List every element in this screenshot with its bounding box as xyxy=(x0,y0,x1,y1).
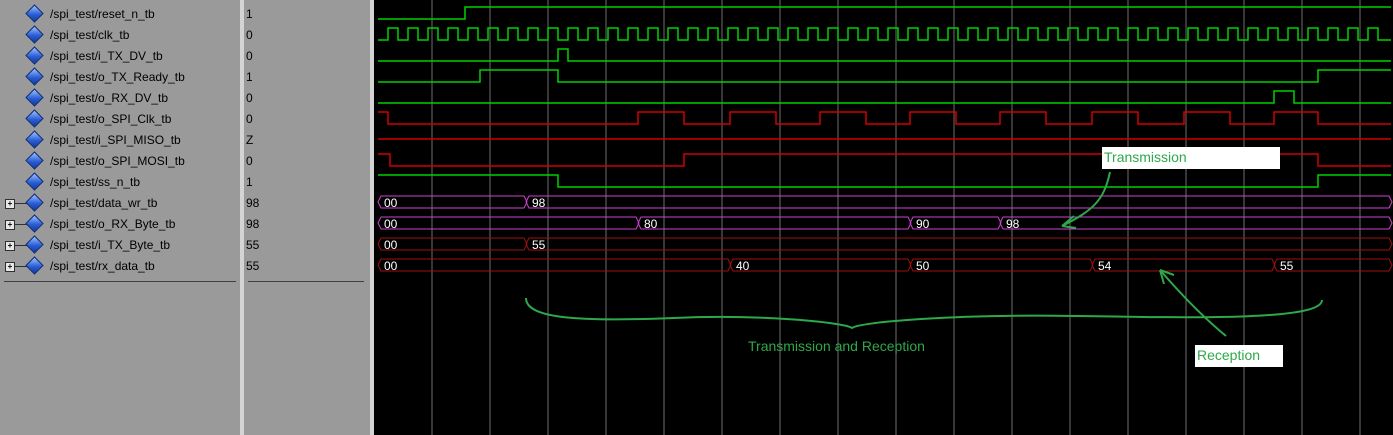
signal-value: 0 xyxy=(246,49,253,63)
signal-diamond-icon xyxy=(25,235,44,254)
signal-row[interactable]: /spi_test/reset_n_tb xyxy=(0,4,240,25)
signal-row[interactable]: /spi_test/o_RX_DV_tb xyxy=(0,88,240,109)
bus-value-label: 80 xyxy=(644,217,658,231)
bus-segment xyxy=(377,216,640,230)
signal-name: /spi_test/i_TX_Byte_tb xyxy=(50,238,171,252)
expand-icon[interactable]: + xyxy=(5,199,15,209)
list-end-divider xyxy=(248,281,364,282)
waveform-canvas: 00 98 00 80 90 98 00 55 00 40 50 54 55 xyxy=(377,0,1393,435)
transmission-arrow xyxy=(1061,171,1111,227)
bus-value-label: 40 xyxy=(736,259,750,273)
signal-name: /spi_test/data_wr_tb xyxy=(50,196,158,210)
expand-icon[interactable]: + xyxy=(5,241,15,251)
bus-segment xyxy=(999,216,1393,230)
bus-value-label: 00 xyxy=(384,259,398,273)
signal-diamond-icon xyxy=(25,67,44,86)
bus-value-label: 55 xyxy=(532,238,546,252)
signal-name: /spi_test/rx_data_tb xyxy=(50,259,155,273)
bus-value-label: 54 xyxy=(1098,259,1112,273)
bus-value-label: 98 xyxy=(1006,217,1020,231)
list-end-divider xyxy=(4,281,236,282)
signal-row[interactable]: /spi_test/clk_tb xyxy=(0,25,240,46)
signal-value: 0 xyxy=(246,91,253,105)
signal-row[interactable]: /spi_test/ss_n_tb xyxy=(0,172,240,193)
signal-diamond-icon xyxy=(25,214,44,233)
signal-row[interactable]: + /spi_test/rx_data_tb xyxy=(0,256,240,277)
bus-value-label: 90 xyxy=(916,217,930,231)
transmission-label: Transmission xyxy=(1102,147,1280,169)
bus-segment xyxy=(377,195,528,209)
signal-value: 0 xyxy=(246,154,253,168)
reset-n-wave xyxy=(378,6,1391,20)
signal-name: /spi_test/o_RX_DV_tb xyxy=(50,91,169,105)
signal-name: /spi_test/i_TX_DV_tb xyxy=(50,49,163,63)
signal-value: Z xyxy=(246,133,254,147)
signal-diamond-icon xyxy=(25,151,44,170)
bus-segment xyxy=(729,258,912,272)
ss-n-wave xyxy=(378,174,1391,188)
signal-row[interactable]: /spi_test/o_SPI_MOSI_tb xyxy=(0,151,240,172)
signal-diamond-icon xyxy=(25,25,44,44)
signal-row[interactable]: /spi_test/o_TX_Ready_tb xyxy=(0,67,240,88)
bus-value-label: 00 xyxy=(384,217,398,231)
signal-row[interactable]: /spi_test/o_SPI_Clk_tb xyxy=(0,109,240,130)
signal-name: /spi_test/i_SPI_MISO_tb xyxy=(50,133,181,147)
signal-value: 0 xyxy=(246,112,253,126)
signal-diamond-icon xyxy=(25,256,44,275)
bus-segment xyxy=(377,237,528,251)
bus-segment xyxy=(525,195,1393,209)
signal-value: 55 xyxy=(246,259,260,273)
signal-value: 55 xyxy=(246,238,260,252)
signal-value: 0 xyxy=(246,28,253,42)
reception-arrow xyxy=(1159,269,1227,337)
signal-diamond-icon xyxy=(25,130,44,149)
signal-diamond-icon xyxy=(25,88,44,107)
signal-name: /spi_test/o_SPI_MOSI_tb xyxy=(50,154,185,168)
bus-segment xyxy=(909,258,1094,272)
bus-segment xyxy=(377,258,732,272)
signal-diamond-icon xyxy=(25,4,44,23)
spi-clk-wave xyxy=(378,111,1391,125)
signal-value: 98 xyxy=(246,196,260,210)
waveform-pane[interactable]: 00 98 00 80 90 98 00 55 00 40 50 54 55 xyxy=(374,0,1393,435)
signal-name: /spi_test/o_TX_Ready_tb xyxy=(50,70,185,84)
signal-name: /spi_test/ss_n_tb xyxy=(50,175,141,189)
bus-value-label: 55 xyxy=(1280,259,1294,273)
signal-value: 1 xyxy=(246,7,253,21)
signal-row[interactable]: /spi_test/i_TX_DV_tb xyxy=(0,46,240,67)
signal-diamond-icon xyxy=(25,193,44,212)
reception-label: Reception xyxy=(1195,345,1283,367)
tx-ready-wave xyxy=(378,69,1391,83)
transmission-and-reception-label: Transmission and Reception xyxy=(748,338,925,354)
rx-dv-wave xyxy=(378,90,1391,104)
signal-name: /spi_test/o_SPI_Clk_tb xyxy=(50,112,172,126)
signal-values-pane: 1 0 0 1 0 0 Z 0 1 98 98 55 55 xyxy=(244,0,370,435)
bus-value-label: 98 xyxy=(532,196,546,210)
clk-wave xyxy=(378,27,1391,41)
expand-icon[interactable]: + xyxy=(5,262,15,272)
expand-icon[interactable]: + xyxy=(5,220,15,230)
brace-shape xyxy=(525,297,1323,330)
bus-segment xyxy=(525,237,1393,251)
signal-row[interactable]: /spi_test/i_SPI_MISO_tb xyxy=(0,130,240,151)
signal-name: /spi_test/reset_n_tb xyxy=(50,7,155,21)
signal-name: /spi_test/clk_tb xyxy=(50,28,130,42)
signal-row[interactable]: + /spi_test/data_wr_tb xyxy=(0,193,240,214)
tx-dv-wave xyxy=(378,48,1391,62)
bus-segment xyxy=(1091,258,1276,272)
signal-row[interactable]: + /spi_test/o_RX_Byte_tb xyxy=(0,214,240,235)
bus-segment xyxy=(637,216,912,230)
signal-diamond-icon xyxy=(25,46,44,65)
bus-value-label: 00 xyxy=(384,196,398,210)
signal-name: /spi_test/o_RX_Byte_tb xyxy=(50,217,176,231)
signal-value: 1 xyxy=(246,70,253,84)
signal-diamond-icon xyxy=(25,109,44,128)
bus-value-label: 00 xyxy=(384,238,398,252)
signal-row[interactable]: + /spi_test/i_TX_Byte_tb xyxy=(0,235,240,256)
signal-value: 1 xyxy=(246,175,253,189)
signal-value: 98 xyxy=(246,217,260,231)
bus-value-label: 50 xyxy=(916,259,930,273)
signal-names-pane: /spi_test/reset_n_tb/spi_test/clk_tb/spi… xyxy=(0,0,240,435)
signal-diamond-icon xyxy=(25,172,44,191)
